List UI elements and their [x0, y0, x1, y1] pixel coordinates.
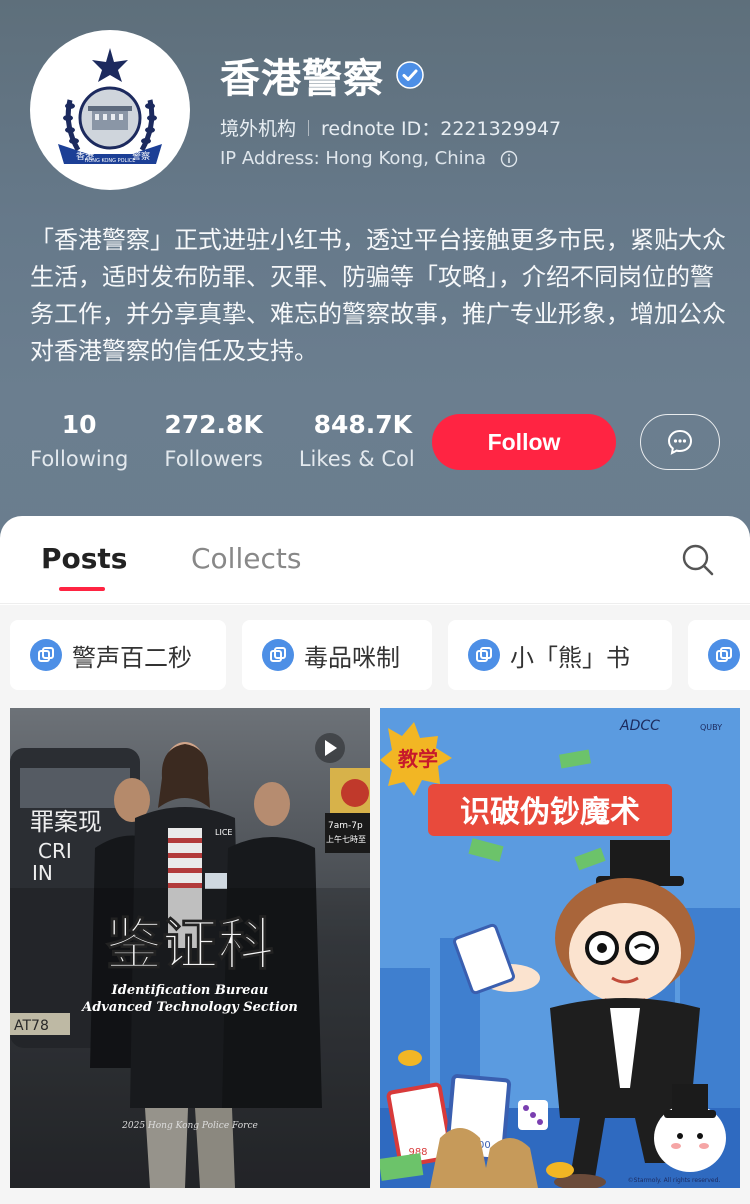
ip-address: IP Address: Hong Kong, China	[220, 148, 487, 169]
sign-text: 7am-7p	[328, 821, 363, 831]
post-badge: 教学	[398, 747, 438, 771]
adcc-logo: ADCC	[619, 718, 660, 734]
tab-posts[interactable]: Posts	[41, 542, 127, 575]
profile-stats: 10 Following 272.8K Followers 848.7K Lik…	[30, 410, 463, 471]
post-thumbnail: ADCC QUBY 教学 识破伪钞魔术 988 ©Starmoly. All r…	[380, 708, 740, 1188]
follow-button[interactable]: Follow	[432, 414, 616, 470]
chat-icon	[667, 429, 693, 455]
chip-collection-partial[interactable]	[688, 620, 750, 690]
chip-label: 毒品咪制	[304, 643, 400, 672]
stat-likes[interactable]: 848.7K Likes & Col	[299, 410, 427, 471]
rednote-id: rednote ID：2221329947	[321, 118, 562, 140]
profile-header: 香港 警察 HONG KONG POLICE 香港警察 境外机构 rednote…	[0, 0, 750, 560]
post-title: 鉴证科	[106, 912, 274, 978]
tab-collects[interactable]: Collects	[191, 542, 301, 575]
avatar[interactable]: 香港 警察 HONG KONG POLICE	[30, 30, 190, 190]
van-text-3: IN	[32, 861, 53, 885]
post-subtitle-2: Advanced Technology Section	[80, 1000, 298, 1015]
chip-label: 警声百二秒	[72, 643, 192, 672]
van-text: 罪案现	[30, 808, 102, 836]
post-footer: 2025 Hong Kong Police Force	[121, 1121, 258, 1131]
van-text-2: CRI	[38, 839, 72, 863]
emblem-text-bottom: HONG KONG POLICE	[85, 158, 136, 164]
likes-count: 848.7K	[313, 410, 413, 439]
quby-logo: QUBY	[700, 723, 722, 732]
chip-collection[interactable]: 警声百二秒	[10, 620, 226, 690]
sign-text-2: 上午七時至	[326, 834, 366, 844]
post-title: 识破伪钞魔术	[460, 795, 640, 830]
post-card[interactable]: ADCC QUBY 教学 识破伪钞魔术 988 ©Starmoly. All r…	[380, 708, 740, 1188]
post-thumbnail: 罪案现 CRI IN 7am-7p 上午七時至 LICE 鉴证科 Identif…	[10, 708, 370, 1188]
ip-address-row: IP Address: Hong Kong, China	[220, 148, 518, 169]
post-copyright: ©Starmoly. All rights reserved.	[628, 1177, 721, 1184]
profile-meta: 境外机构 rednote ID：2221329947	[220, 114, 561, 141]
chip-collection[interactable]: 毒品咪制	[242, 620, 432, 690]
likes-label: Likes & Col	[298, 447, 415, 471]
followers-label: Followers	[164, 447, 263, 471]
meta-divider	[308, 119, 310, 136]
chip-collection[interactable]: 小「熊」书	[448, 620, 672, 690]
tab-bar: Posts Collects	[0, 516, 750, 604]
active-tab-indicator	[59, 587, 105, 591]
jacket-text: LICE	[215, 828, 232, 837]
org-type: 境外机构	[220, 118, 297, 140]
collection-icon	[468, 639, 500, 671]
post-card[interactable]: 罪案现 CRI IN 7am-7p 上午七時至 LICE 鉴证科 Identif…	[10, 708, 370, 1188]
collection-icon	[30, 639, 62, 671]
stat-followers[interactable]: 272.8K Followers	[164, 410, 262, 471]
collection-icon	[708, 639, 740, 671]
message-button[interactable]	[640, 414, 720, 470]
stat-following[interactable]: 10 Following	[30, 410, 128, 471]
profile-bio: 「香港警察」正式进驻小红书，透过平台接触更多市民，紧贴大众生活，适时发布防罪、灭…	[30, 226, 726, 365]
collection-icon	[262, 639, 294, 671]
following-label: Following	[30, 447, 129, 471]
profile-name: 香港警察	[220, 56, 384, 102]
chip-label: 小「熊」书	[510, 643, 630, 672]
search-icon[interactable]	[680, 542, 716, 578]
profile-name-row: 香港警察	[220, 46, 424, 104]
followers-count: 272.8K	[164, 410, 263, 439]
following-count: 10	[61, 410, 97, 439]
info-icon[interactable]	[500, 150, 518, 168]
police-emblem-icon: 香港 警察 HONG KONG POLICE	[58, 48, 162, 164]
post-subtitle-1: Identification Bureau	[111, 983, 269, 998]
content-panel: Posts Collects 警声百二秒 毒品咪制 小「熊」书 罪案现 CRI …	[0, 516, 750, 1204]
verified-badge-icon	[396, 61, 424, 89]
